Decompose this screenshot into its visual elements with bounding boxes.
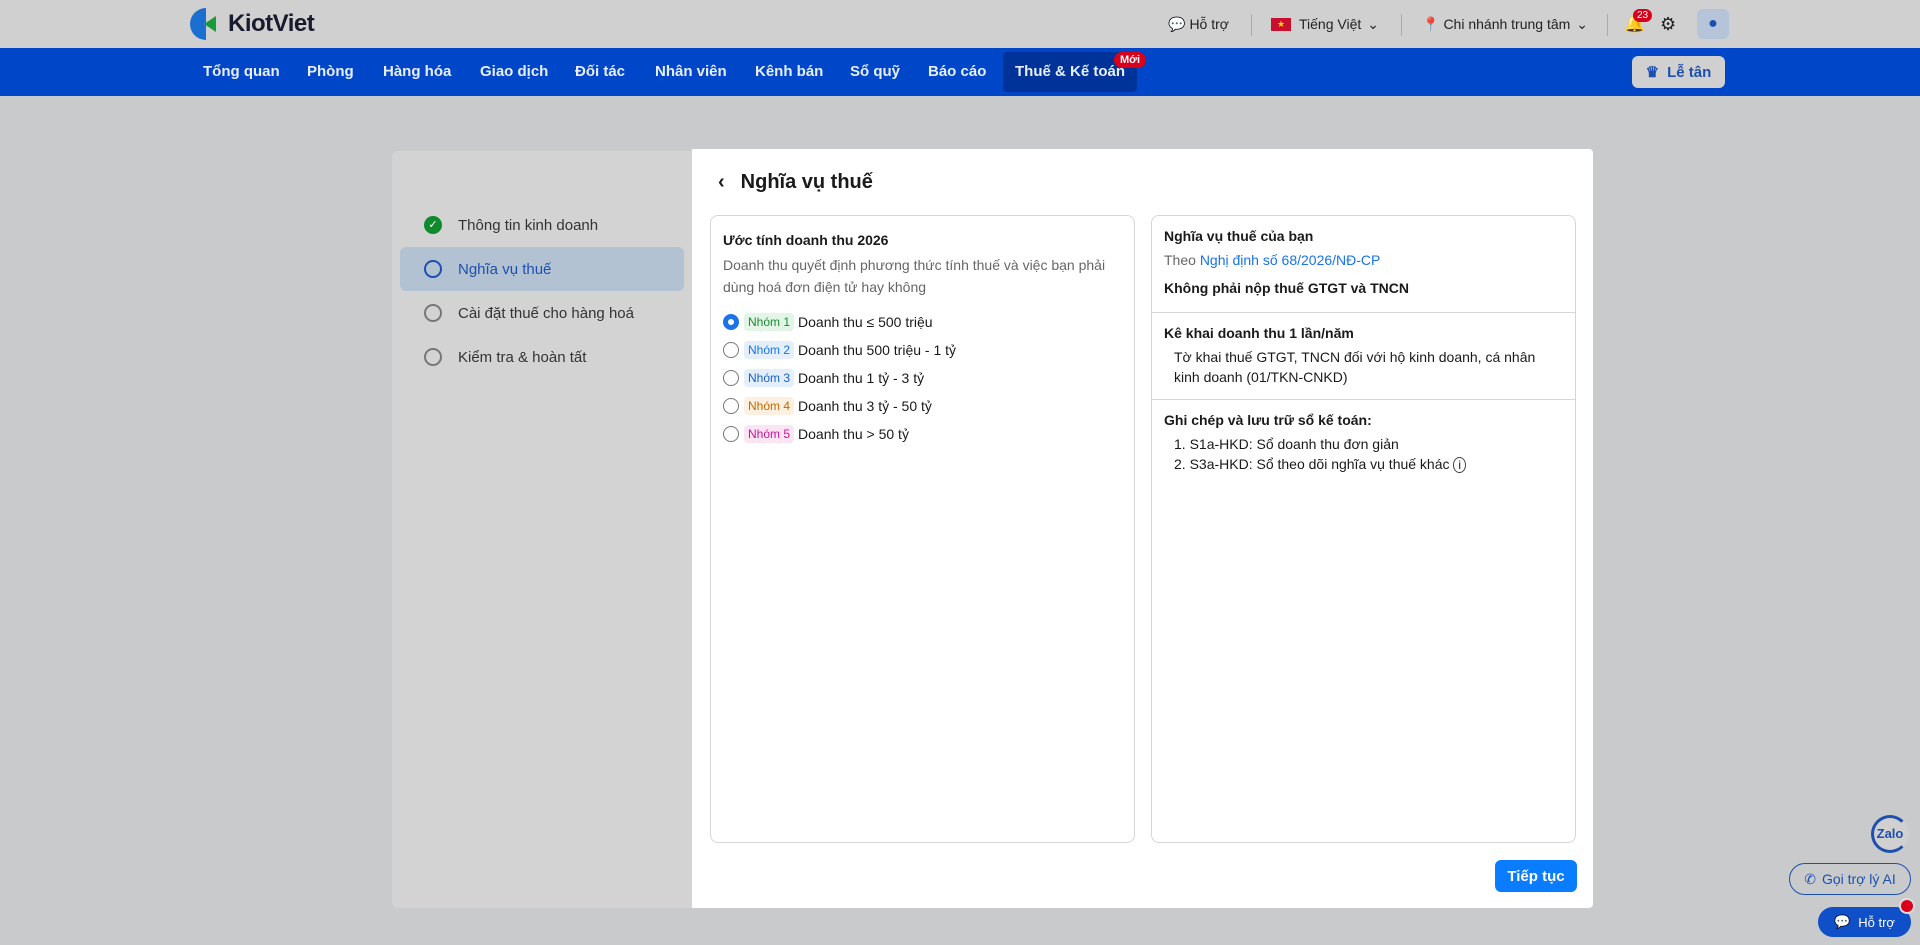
notification-badge: 23 xyxy=(1633,9,1653,22)
vietnam-flag-icon: ★ xyxy=(1271,17,1291,31)
decree-link[interactable]: Nghị định số 68/2026/NĐ-CP xyxy=(1200,252,1381,268)
branch-select[interactable]: 📍 Chi nhánh trung tâm ⌄ xyxy=(1422,0,1588,48)
ai-assistant-button[interactable]: ✆ Gọi trợ lý AI xyxy=(1789,863,1911,895)
radio-selected[interactable] xyxy=(723,314,739,330)
zalo-button[interactable]: Zalo xyxy=(1871,815,1909,853)
chevron-down-icon: ⌄ xyxy=(1576,15,1589,32)
steps-sidebar: ✓ Thông tin kinh doanh Nghĩa vụ thuế Cài … xyxy=(392,151,692,908)
estimate-description: Doanh thu quyết định phương thức tính th… xyxy=(723,257,1106,295)
info-icon[interactable]: i xyxy=(1453,457,1467,473)
reception-button[interactable]: ♛ Lễ tân xyxy=(1632,56,1725,88)
revenue-option-1[interactable]: Nhóm 1 Doanh thu ≤ 500 triệu xyxy=(723,308,1122,336)
revenue-option-4[interactable]: Nhóm 4 Doanh thu 3 tỷ - 50 tỷ xyxy=(723,392,1122,420)
estimate-heading: Ước tính doanh thu 2026 xyxy=(723,232,889,248)
language-select[interactable]: ★ Tiếng Việt ⌄ xyxy=(1271,0,1379,48)
new-badge: Mới xyxy=(1114,52,1147,68)
nav-transactions[interactable]: Giao dịch xyxy=(480,48,548,96)
user-icon: ● xyxy=(1708,15,1718,32)
chevron-down-icon: ⌄ xyxy=(1367,15,1379,32)
tax-obligation-card: Nghĩa vụ thuế của bạn Theo Nghị định số … xyxy=(1151,215,1576,843)
continue-button[interactable]: Tiếp tục xyxy=(1495,860,1577,892)
revenue-estimate-card: Ước tính doanh thu 2026 Doanh thu quyết … xyxy=(710,215,1135,843)
check-icon: ✓ xyxy=(424,216,442,234)
location-pin-icon: 📍 xyxy=(1422,15,1440,32)
radio[interactable] xyxy=(723,342,739,358)
support-chat-button[interactable]: 💬 Hỗ trợ xyxy=(1818,907,1911,937)
nav-rooms[interactable]: Phòng xyxy=(307,48,354,96)
nav-staff[interactable]: Nhân viên xyxy=(655,48,727,96)
circle-icon xyxy=(424,260,442,278)
support-link[interactable]: 💬 Hỗ trợ xyxy=(1168,0,1229,48)
circle-icon xyxy=(424,348,442,366)
step-goods-tax-settings[interactable]: Cài đặt thuế cho hàng hoá xyxy=(400,291,684,335)
step-tax-obligation[interactable]: Nghĩa vụ thuế xyxy=(400,247,684,291)
revenue-option-5[interactable]: Nhóm 5 Doanh thu > 50 tỷ xyxy=(723,420,1122,448)
chat-icon: 💬 xyxy=(1168,15,1186,32)
support-notification-dot xyxy=(1899,898,1915,914)
radio[interactable] xyxy=(723,398,739,414)
step-review-finish[interactable]: Kiểm tra & hoàn tất xyxy=(400,335,684,379)
radio[interactable] xyxy=(723,426,739,442)
main-panel: ‹ Nghĩa vụ thuế Ước tính doanh thu 2026 D… xyxy=(692,149,1593,908)
tax-status: Không phải nộp thuế GTGT và TNCN xyxy=(1164,280,1409,296)
page-title: Nghĩa vụ thuế xyxy=(740,171,873,193)
gear-icon[interactable]: ⚙ xyxy=(1660,0,1676,48)
radio[interactable] xyxy=(723,370,739,386)
bell-icon[interactable]: 🔔 xyxy=(1624,0,1645,48)
circle-icon xyxy=(424,304,442,322)
chat-bubble-icon: 💬 xyxy=(1834,914,1851,929)
revenue-option-2[interactable]: Nhóm 2 Doanh thu 500 triệu - 1 tỷ xyxy=(723,336,1122,364)
nav-sales-channels[interactable]: Kênh bán xyxy=(755,48,823,96)
nav-overview[interactable]: Tổng quan xyxy=(203,48,280,96)
revenue-option-3[interactable]: Nhóm 3 Doanh thu 1 tỷ - 3 tỷ xyxy=(723,364,1122,392)
user-avatar[interactable]: ● xyxy=(1697,9,1729,39)
back-chevron-icon[interactable]: ‹ xyxy=(718,171,725,194)
phone-sparkle-icon: ✆ xyxy=(1804,870,1816,887)
step-business-info[interactable]: ✓ Thông tin kinh doanh xyxy=(400,203,684,247)
nav-goods[interactable]: Hàng hóa xyxy=(383,48,451,96)
reception-icon: ♛ xyxy=(1645,64,1660,81)
nav-partners[interactable]: Đối tác xyxy=(575,48,625,96)
top-bar: KiotViet 💬 Hỗ trợ ★ Tiếng Việt ⌄ 📍 Chi nhánh… xyxy=(0,0,1920,48)
nav-reports[interactable]: Báo cáo xyxy=(928,48,986,96)
kiotviet-logo[interactable]: KiotViet xyxy=(190,8,315,40)
nav-cashbook[interactable]: Sổ quỹ xyxy=(850,48,900,96)
